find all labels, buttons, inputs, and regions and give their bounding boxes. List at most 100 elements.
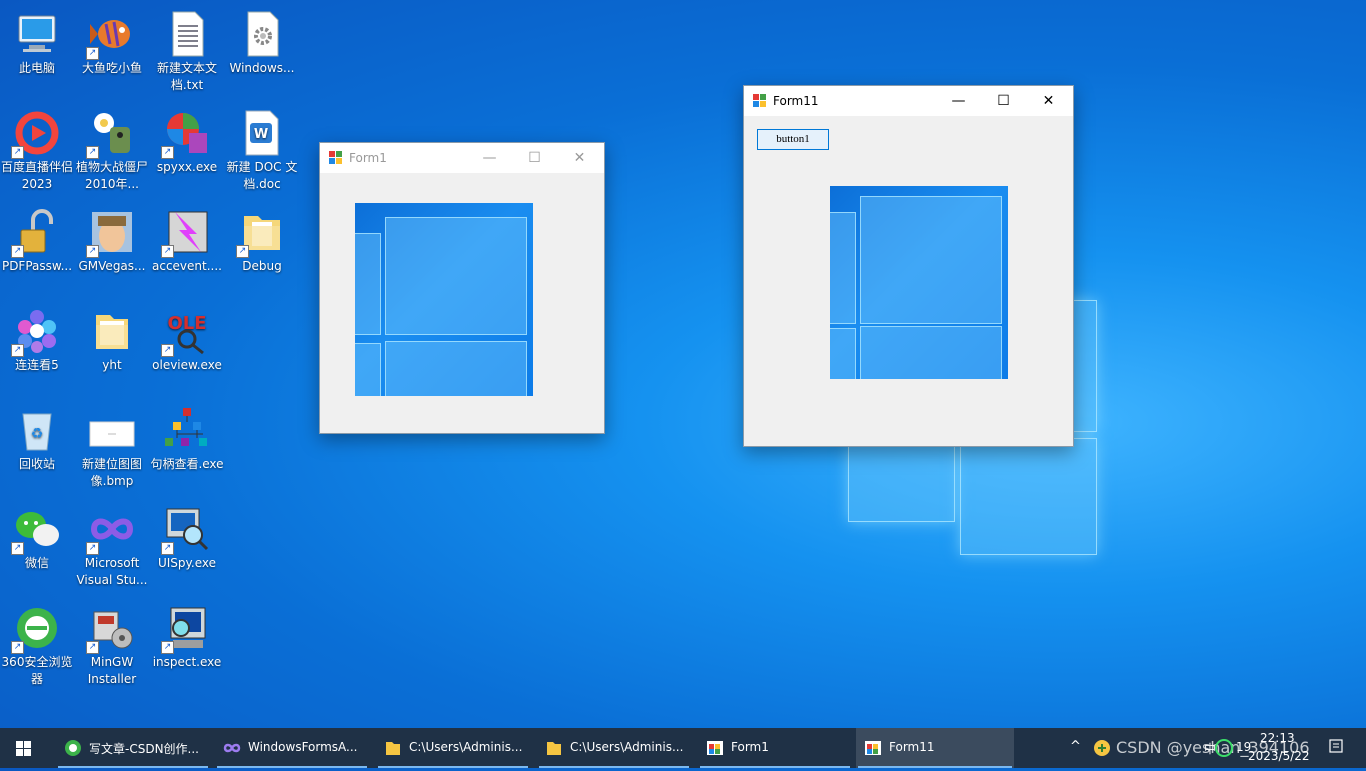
svg-text:W: W <box>254 127 268 142</box>
desktop-icon-pdfpassw[interactable]: ↗ PDFPassw... <box>0 204 76 275</box>
shortcut-arrow-icon: ↗ <box>86 146 99 159</box>
winform-icon <box>706 739 724 757</box>
shortcut-arrow-icon: ↗ <box>11 641 24 654</box>
desktop-icon-plants-zombies[interactable]: ↗ 植物大战僵尸2010年... <box>73 105 151 193</box>
system-tray: ^ CSDN @yeshan_394106 中 19 22:13 2023/5/… <box>1060 728 1366 768</box>
taskbar-item-form1[interactable]: Form1 <box>698 728 852 768</box>
form1-maximize-button[interactable]: ☐ <box>512 143 557 173</box>
tray-notify-icon[interactable] <box>1214 738 1234 758</box>
form11-close-button[interactable]: ✕ <box>1026 86 1071 116</box>
folder-icon <box>384 739 402 757</box>
desktop-icon-spyxx[interactable]: ↗ spyxx.exe <box>148 105 226 176</box>
desktop-icon-new-doc[interactable]: W 新建 DOC 文档.doc <box>223 105 301 193</box>
shortcut-arrow-icon: ↗ <box>86 47 99 60</box>
shortcut-arrow-icon: ↗ <box>86 245 99 258</box>
desktop-icon-baidu-live[interactable]: ↗ 百度直播伴侣2023 <box>0 105 76 193</box>
shortcut-arrow-icon: ↗ <box>11 542 24 555</box>
recycle-bin-icon: ♻ <box>13 406 61 454</box>
desktop-icon-fish-game[interactable]: ↗ 大鱼吃小鱼 <box>73 6 151 77</box>
tray-chevron-icon[interactable]: ^ <box>1070 739 1081 754</box>
taskbar-item-csdn-browser[interactable]: 写文章-CSDN创作... <box>56 728 210 768</box>
desktop-icon-360-browser[interactable]: ↗ 360安全浏览器 <box>0 600 76 688</box>
gear-file-icon <box>238 10 286 58</box>
desktop-icon-recycle-bin[interactable]: ♻ 回收站 <box>0 402 76 473</box>
tray-time[interactable]: 22:13 <box>1260 731 1295 745</box>
form11-maximize-button[interactable]: ☐ <box>981 86 1026 116</box>
form1-minimize-button[interactable]: — <box>467 143 512 173</box>
desktop-icon-yht-folder[interactable]: yht <box>73 303 151 374</box>
windows-start-icon <box>16 741 31 756</box>
taskbar-item-explorer-1[interactable]: C:\Users\Adminis... <box>376 728 530 768</box>
desktop-icon-new-text-file[interactable]: 新建文本文档.txt <box>148 6 226 94</box>
fish-icon: ↗ <box>86 10 136 60</box>
computer-icon <box>13 10 61 58</box>
winform-icon <box>753 94 767 108</box>
handle-viewer-icon <box>163 406 211 454</box>
folder-icon: ↗ <box>236 208 286 258</box>
uispy-icon: ↗ <box>161 505 211 555</box>
folder-icon <box>545 739 563 757</box>
taskbar-item-visual-studio[interactable]: WindowsFormsA... <box>215 728 369 768</box>
shortcut-arrow-icon: ↗ <box>236 245 249 258</box>
desktop-icon-this-pc[interactable]: 此电脑 <box>0 6 76 77</box>
desktop-icon-handle-viewer[interactable]: 句柄查看.exe <box>148 402 226 473</box>
form11-window[interactable]: Form11 — ☐ ✕ button1 <box>743 85 1074 447</box>
shortcut-arrow-icon: ↗ <box>161 146 174 159</box>
shortcut-arrow-icon: ↗ <box>11 146 24 159</box>
svg-text:♻: ♻ <box>31 426 44 442</box>
winform-icon <box>329 151 343 165</box>
inspect-icon: ↗ <box>161 604 211 654</box>
shortcut-arrow-icon: ↗ <box>86 641 99 654</box>
visual-studio-icon: ↗ <box>86 505 136 555</box>
shortcut-arrow-icon: ↗ <box>161 245 174 258</box>
form1-close-button[interactable]: ✕ <box>557 143 602 173</box>
winform-icon <box>864 739 882 757</box>
desktop-icon-visual-studio[interactable]: ↗ Microsoft Visual Stu... <box>73 501 151 589</box>
spyxx-icon: ↗ <box>161 109 211 159</box>
lianliankan-icon: ↗ <box>11 307 61 357</box>
desktop-icon-windows-file[interactable]: Windows... <box>223 6 301 77</box>
wechat-icon: ↗ <box>11 505 61 555</box>
baidu-live-icon: ↗ <box>11 109 61 159</box>
desktop-icon-oleview[interactable]: OLE ↗ oleview.exe <box>148 303 226 374</box>
form11-minimize-button[interactable]: — <box>936 86 981 116</box>
form11-picture-box <box>830 186 1008 379</box>
mingw-icon: ↗ <box>86 604 136 654</box>
start-button[interactable] <box>0 728 48 768</box>
desktop-icon-lianliankan[interactable]: ↗ 连连看5 <box>0 303 76 374</box>
shortcut-arrow-icon: ↗ <box>11 344 24 357</box>
desktop-icon-mingw[interactable]: ↗ MinGW Installer <box>73 600 151 688</box>
desktop-icon-gmvegas[interactable]: ↗ GMVegas... <box>73 204 151 275</box>
taskbar-item-explorer-2[interactable]: C:\Users\Adminis... <box>537 728 691 768</box>
desktop-icon-debug-folder[interactable]: ↗ Debug <box>223 204 301 275</box>
desktop-icon-accevent[interactable]: ↗ accevent.... <box>148 204 226 275</box>
desktop-icon-wechat[interactable]: ↗ 微信 <box>0 501 76 572</box>
desktop-icon-bitmap[interactable]: 新建位图图像.bmp <box>73 402 151 490</box>
shortcut-arrow-icon: ↗ <box>161 641 174 654</box>
form1-picture-box <box>355 203 533 396</box>
oleview-icon: OLE ↗ <box>161 307 211 357</box>
tray-date[interactable]: 2023/5/22 <box>1248 749 1310 763</box>
shortcut-arrow-icon: ↗ <box>86 542 99 555</box>
padlock-icon: ↗ <box>11 208 61 258</box>
form1-titlebar[interactable]: Form1 — ☐ ✕ <box>320 143 604 173</box>
form1-window[interactable]: Form1 — ☐ ✕ <box>319 142 605 434</box>
tray-app-icon[interactable] <box>1093 739 1111 757</box>
taskbar-item-form11[interactable]: Form11 <box>856 728 1014 768</box>
word-doc-icon: W <box>238 109 286 157</box>
accevent-icon: ↗ <box>161 208 211 258</box>
button1[interactable]: button1 <box>757 129 829 150</box>
shortcut-arrow-icon: ↗ <box>11 245 24 258</box>
gmvegas-icon: ↗ <box>86 208 136 258</box>
form11-title: Form11 <box>773 94 819 108</box>
browser-360-icon: ↗ <box>11 604 61 654</box>
folder-icon <box>88 307 136 355</box>
browser-360-icon <box>64 739 82 757</box>
desktop-icon-inspect[interactable]: ↗ inspect.exe <box>148 600 226 671</box>
visual-studio-icon <box>223 739 241 757</box>
desktop-icon-uispy[interactable]: ↗ UISpy.exe <box>148 501 226 572</box>
form11-titlebar[interactable]: Form11 — ☐ ✕ <box>744 86 1073 116</box>
tray-action-center-icon[interactable] <box>1328 738 1344 754</box>
text-file-icon <box>163 10 211 58</box>
shortcut-arrow-icon: ↗ <box>161 542 174 555</box>
